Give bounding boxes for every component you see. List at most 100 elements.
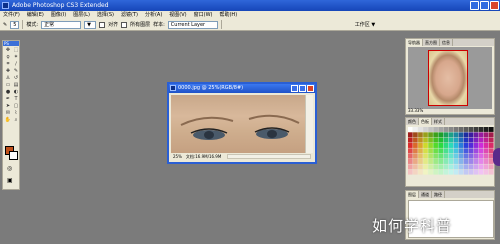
swatch[interactable]	[418, 153, 423, 159]
swatch[interactable]	[438, 169, 444, 175]
swatch[interactable]	[433, 153, 438, 159]
swatch[interactable]	[473, 132, 479, 138]
swatch[interactable]	[453, 153, 459, 159]
swatch[interactable]	[463, 148, 469, 154]
tab-navigator[interactable]: 导航器	[406, 39, 423, 46]
swatch[interactable]	[428, 164, 433, 170]
path-select-tool-icon[interactable]: ➤	[4, 103, 12, 110]
swatch[interactable]	[468, 148, 474, 154]
swatch[interactable]	[473, 153, 479, 159]
swatch[interactable]	[438, 164, 444, 170]
menu-view[interactable]: 视图(V)	[169, 11, 186, 19]
menu-window[interactable]: 窗口(W)	[194, 11, 213, 19]
swatch[interactable]	[413, 132, 418, 138]
swatch[interactable]	[468, 127, 474, 132]
swatch[interactable]	[423, 148, 428, 154]
swatch[interactable]	[423, 127, 428, 132]
swatch[interactable]	[433, 169, 438, 175]
lasso-tool-icon[interactable]: ϙ	[4, 54, 12, 61]
swatch[interactable]	[468, 132, 474, 138]
swatch[interactable]	[473, 127, 479, 132]
swatch[interactable]	[488, 169, 494, 175]
swatch[interactable]	[473, 143, 479, 148]
swatch[interactable]	[438, 137, 444, 143]
swatch[interactable]	[423, 159, 428, 164]
swatch[interactable]	[418, 159, 423, 164]
swatch[interactable]	[423, 153, 428, 159]
swatch[interactable]	[448, 132, 454, 138]
swatch[interactable]	[478, 143, 484, 148]
swatch[interactable]	[438, 132, 444, 138]
swatch[interactable]	[468, 164, 474, 170]
swatch[interactable]	[443, 148, 449, 154]
tab-histogram[interactable]: 直方图	[423, 39, 440, 46]
tab-styles[interactable]: 样式	[432, 118, 445, 125]
swatch[interactable]	[468, 137, 474, 143]
move-tool-icon[interactable]: ✥	[4, 47, 12, 54]
swatch[interactable]	[443, 127, 449, 132]
doc-zoom-readout[interactable]: 25%	[173, 153, 182, 160]
swatch[interactable]	[468, 153, 474, 159]
swatch[interactable]	[408, 132, 413, 138]
swatch[interactable]	[478, 137, 484, 143]
swatch[interactable]	[483, 164, 489, 170]
dodge-tool-icon[interactable]: ◐	[12, 89, 20, 96]
quick-mask-icon[interactable]: ◎	[7, 165, 12, 172]
swatch[interactable]	[478, 132, 484, 138]
swatch[interactable]	[463, 127, 469, 132]
screen-mode-icon[interactable]: ▣	[7, 177, 13, 184]
minimize-button[interactable]	[470, 1, 479, 10]
swatch[interactable]	[428, 143, 433, 148]
swatch[interactable]	[468, 143, 474, 148]
swatch[interactable]	[453, 164, 459, 170]
swatch[interactable]	[418, 148, 423, 154]
swatch[interactable]	[428, 148, 433, 154]
swatch[interactable]	[428, 132, 433, 138]
swatch[interactable]	[483, 159, 489, 164]
swatch[interactable]	[448, 153, 454, 159]
swatch[interactable]	[453, 127, 459, 132]
swatch[interactable]	[473, 159, 479, 164]
swatch[interactable]	[408, 164, 413, 170]
swatch[interactable]	[463, 132, 469, 138]
swatch[interactable]	[458, 148, 464, 154]
swatch[interactable]	[433, 137, 438, 143]
swatch[interactable]	[483, 153, 489, 159]
type-tool-icon[interactable]: T	[12, 96, 20, 103]
slice-tool-icon[interactable]: ∕	[12, 61, 20, 68]
blur-tool-icon[interactable]: ●	[4, 89, 12, 96]
tab-swatches[interactable]: 色板	[419, 118, 432, 125]
doc-maximize-button[interactable]	[299, 85, 306, 92]
swatch[interactable]	[443, 159, 449, 164]
swatch[interactable]	[408, 153, 413, 159]
menu-select[interactable]: 选择(S)	[97, 11, 114, 19]
swatch[interactable]	[413, 137, 418, 143]
crop-tool-icon[interactable]: ⌗	[4, 61, 12, 68]
tab-channels[interactable]: 通道	[419, 191, 432, 198]
swatch[interactable]	[488, 137, 494, 143]
swatch[interactable]	[448, 143, 454, 148]
swatch[interactable]	[413, 153, 418, 159]
tab-paths[interactable]: 路径	[432, 191, 445, 198]
swatch[interactable]	[448, 159, 454, 164]
pen-tool-icon[interactable]: ✒	[4, 96, 12, 103]
swatch[interactable]	[438, 127, 444, 132]
swatch[interactable]	[483, 132, 489, 138]
swatch[interactable]	[478, 159, 484, 164]
all-layers-checkbox[interactable]	[121, 21, 128, 28]
swatch[interactable]	[483, 143, 489, 148]
swatch[interactable]	[408, 148, 413, 154]
swatch[interactable]	[458, 137, 464, 143]
swatch[interactable]	[458, 153, 464, 159]
swatch[interactable]	[443, 137, 449, 143]
swatch[interactable]	[483, 127, 489, 132]
swatch[interactable]	[443, 143, 449, 148]
swatch[interactable]	[488, 164, 494, 170]
swatch[interactable]	[473, 137, 479, 143]
swatch[interactable]	[438, 143, 444, 148]
swatch[interactable]	[463, 169, 469, 175]
doc-minimize-button[interactable]	[291, 85, 298, 92]
menu-edit[interactable]: 编辑(E)	[27, 11, 44, 19]
swatch[interactable]	[433, 143, 438, 148]
swatch[interactable]	[428, 137, 433, 143]
